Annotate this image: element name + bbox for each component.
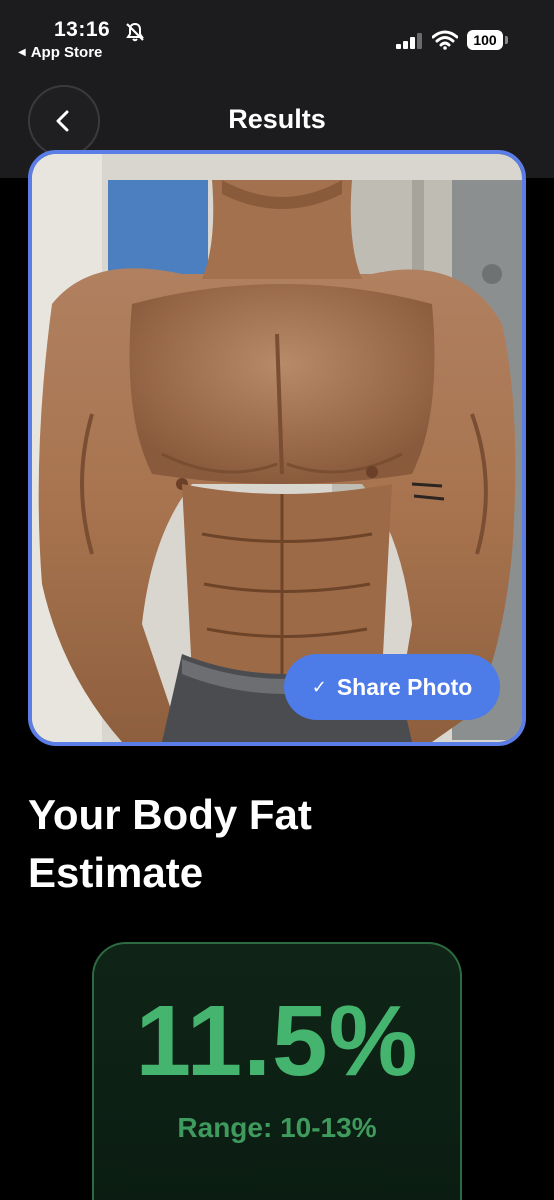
body-fat-heading: Your Body Fat Estimate [28,791,312,896]
body-fat-range: Range: 10-13% [177,1112,377,1143]
wifi-icon [432,30,458,50]
back-to-app-store-link[interactable]: ◀ App Store [18,44,102,61]
body-fat-percentage: 11.5% [135,985,419,1097]
share-photo-label: Share Photo [336,673,473,700]
share-photo-button[interactable]: ✓ Share Photo [284,654,500,720]
status-bar: 13:16 ◀ App Store 100 [0,0,554,80]
battery-cap [505,36,508,44]
battery-indicator: 100 [467,30,503,50]
body-fat-estimate-card: 11.5% Range: 10-13% [92,942,462,1200]
results-screen: 13:16 ◀ App Store 100 Results ✓ Share Ph… [0,0,554,1200]
cellular-signal-icon [396,33,422,49]
checkmark-icon: ✓ [311,676,327,697]
status-time: 13:16 [54,18,111,41]
back-app-label: App Store [30,44,103,61]
page-title: Results [228,104,326,134]
back-triangle-icon: ◀ [18,47,26,58]
bell-slash-icon [126,22,144,42]
